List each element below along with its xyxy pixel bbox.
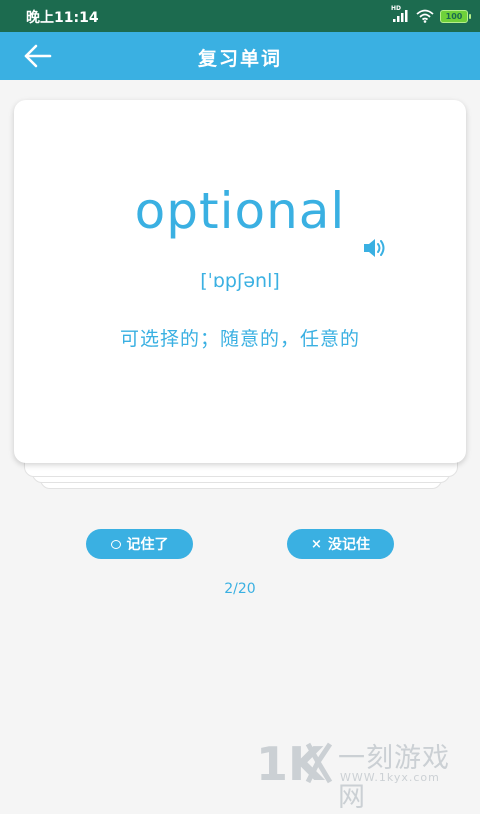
battery-level: 100 — [445, 11, 463, 21]
word-text: optional — [134, 182, 346, 240]
progress-counter: 2/20 — [224, 581, 256, 597]
wifi-icon — [416, 9, 434, 23]
flashcard-stack: optional [ˈɒpʃənl] 可选择的；随意的，任意的 — [14, 100, 466, 490]
watermark-url: WWW.1kyx.com — [340, 771, 440, 784]
watermark-logo: 1K — [256, 737, 333, 788]
app-bar: 复习单词 — [0, 32, 480, 80]
flashcard[interactable]: optional [ˈɒpʃənl] 可选择的；随意的，任意的 — [14, 100, 466, 463]
watermark: 1K 一刻游戏网 WWW.1kyx.com — [256, 736, 474, 813]
signal-icon: HD — [391, 5, 410, 23]
circle-icon — [110, 539, 121, 549]
battery-icon: 100 — [440, 9, 471, 23]
remembered-label: 记住了 — [126, 537, 169, 553]
close-icon: × — [311, 536, 322, 552]
not-remembered-label: 没记住 — [327, 537, 370, 553]
page-title: 复习单词 — [197, 48, 282, 70]
meaning-text: 可选择的；随意的，任意的 — [119, 328, 360, 350]
status-bar: 晚上11:14 HD 100 — [0, 0, 480, 32]
speaker-icon[interactable] — [362, 236, 388, 260]
phonetic-text: [ˈɒpʃənl] — [200, 270, 280, 292]
status-icons: HD 100 — [391, 5, 471, 25]
status-time: 晚上11:14 — [26, 10, 99, 26]
not-remembered-button[interactable]: × 没记住 — [287, 529, 394, 559]
remembered-button[interactable]: 记住了 — [86, 529, 193, 559]
